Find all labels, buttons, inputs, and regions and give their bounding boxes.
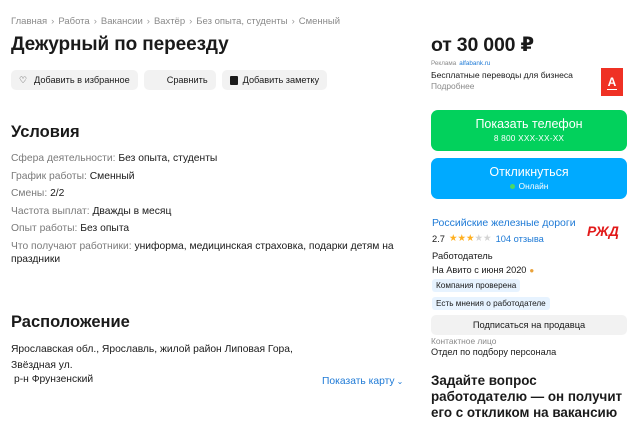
add-to-favorites-button[interactable]: ♡ Добавить в избранное — [11, 70, 138, 90]
condition-label: График работы: — [11, 170, 87, 182]
chevron-right-icon: › — [146, 16, 150, 27]
contact-person-value: Отдел по подбору персонала — [431, 347, 557, 357]
subscribe-seller-button[interactable]: Подписаться на продавца — [431, 315, 627, 335]
condition-row: График работы: Сменный — [11, 168, 406, 186]
breadcrumb: Главная › Работа › Вакансии › Вахтёр › Без опыта… — [11, 16, 340, 27]
condition-value: 2/2 — [50, 188, 65, 200]
condition-value: Без опыта — [80, 223, 130, 235]
page-title: Дежурный по переезду — [11, 34, 229, 55]
condition-label: Частота выплат: — [11, 205, 90, 217]
condition-value: Без опыта, студенты — [118, 153, 218, 164]
condition-label: Что получают работники: — [11, 240, 132, 252]
rating-stars-icon: ★★★★★ — [448, 233, 492, 244]
condition-row: Смены: 2/2 — [11, 185, 406, 203]
show-phone-button[interactable]: Показать телефон 8 800 XXX-XX-XX — [431, 110, 627, 151]
breadcrumb-item-home[interactable]: Главная — [11, 16, 47, 27]
conditions-list: Сфера деятельности: Без опыта, студенты … — [11, 150, 406, 266]
chevron-right-icon: › — [93, 16, 97, 27]
respond-button[interactable]: Откликнуться Онлайн — [431, 158, 627, 199]
district-text: р-н Фрунзенский — [14, 374, 94, 385]
price: от 30 000 ₽ — [431, 34, 534, 56]
on-avito-since-text: На Авито с июня 2020 — [432, 265, 527, 275]
show-map-link[interactable]: Показать карту ⌄ — [322, 376, 403, 387]
verified-company-badge: Компания проверена — [432, 279, 521, 292]
ad-domain-link[interactable]: alfabank.ru — [459, 60, 490, 67]
action-bar: ♡ Добавить в избранное Сравнить Добавить… — [11, 70, 328, 90]
show-phone-label: Показать телефон — [475, 117, 583, 131]
chevron-right-icon: › — [189, 16, 193, 27]
chevron-right-icon: › — [51, 16, 55, 27]
condition-label: Опыт работы: — [11, 223, 78, 235]
employer-type: Работодатель — [432, 250, 493, 261]
show-map-label: Показать карту — [322, 376, 395, 387]
company-card: Российские железные дороги 2.7 ★★★★★ 104… — [432, 217, 628, 311]
online-status-label: Онлайн — [518, 181, 549, 191]
compare-icon — [152, 75, 162, 85]
compare-button[interactable]: Сравнить — [143, 70, 216, 90]
ask-question-heading: Задайте вопрос работодателю — он получит… — [431, 373, 623, 420]
rating-value: 2.7 — [432, 233, 445, 244]
online-status: Онлайн — [431, 181, 627, 191]
breadcrumb-item-watchman[interactable]: Вахтёр — [154, 16, 185, 27]
breadcrumb-item-work[interactable]: Работа — [58, 16, 89, 27]
breadcrumb-item-vacancies[interactable]: Вакансии — [101, 16, 143, 27]
condition-value: Сменный — [89, 170, 135, 182]
ad-more-link[interactable]: Подробнее — [431, 81, 627, 91]
condition-row: Что получают работники: униформа, медици… — [11, 238, 406, 266]
condition-label: Смены: — [11, 188, 48, 200]
condition-row: Опыт работы: Без опыта — [11, 220, 406, 238]
ad-banner[interactable]: Реклама alfabank.ru Бесплатные переводы д… — [431, 60, 627, 96]
badge-hand-icon: ● — [529, 265, 535, 275]
rzd-logo-icon: РЖД — [587, 223, 619, 239]
add-note-button[interactable]: Добавить заметку — [221, 70, 328, 90]
employer-reviews-badge[interactable]: Есть мнения о работодателе — [432, 297, 550, 310]
condition-row: Сфера деятельности: Без опыта, студенты — [11, 150, 406, 168]
rzd-logo-text: РЖД — [587, 223, 619, 239]
district-line: р-н Фрунзенский — [11, 374, 93, 385]
condition-label: Сфера деятельности: — [11, 153, 116, 164]
respond-label: Откликнуться — [489, 165, 569, 179]
ad-label: Реклама — [431, 60, 457, 67]
alfabank-logo-icon: А — [601, 68, 623, 96]
breadcrumb-item-shift[interactable]: Сменный — [299, 16, 340, 27]
compare-label: Сравнить — [166, 75, 208, 85]
contact-person-label: Контактное лицо — [431, 336, 497, 346]
heart-icon: ♡ — [19, 75, 28, 85]
chevron-down-icon: ⌄ — [396, 377, 404, 386]
address-text: Ярославская обл., Ярославль, жилой район… — [11, 344, 293, 371]
breadcrumb-item-no-experience[interactable]: Без опыта, студенты — [196, 16, 287, 27]
on-avito-since: На Авито с июня 2020 ● — [432, 265, 628, 275]
condition-row: Частота выплат: Дважды в месяц — [11, 203, 406, 221]
location-heading: Расположение — [11, 313, 130, 331]
ad-text: Бесплатные переводы для бизнеса — [431, 70, 573, 80]
condition-value: Дважды в месяц — [92, 205, 172, 217]
online-dot-icon — [509, 183, 515, 189]
reviews-link[interactable]: 104 отзыва — [496, 234, 544, 244]
note-icon — [229, 75, 238, 85]
phone-number-masked: 8 800 XXX-XX-XX — [493, 133, 565, 143]
add-note-label: Добавить заметку — [242, 75, 320, 85]
conditions-heading: Условия — [11, 123, 80, 141]
chevron-right-icon: › — [291, 16, 295, 27]
ad-meta: Реклама alfabank.ru — [431, 60, 627, 67]
add-to-favorites-label: Добавить в избранное — [34, 75, 130, 85]
